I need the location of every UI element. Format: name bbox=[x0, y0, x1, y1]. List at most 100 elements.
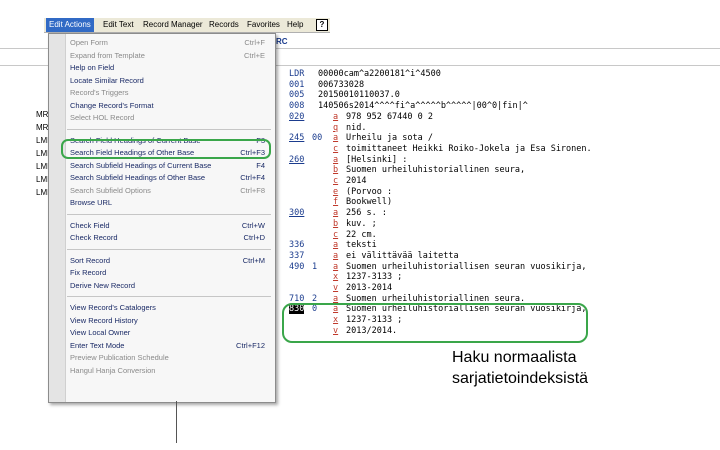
menu-item[interactable]: Hangul Hanja Conversion bbox=[49, 365, 275, 377]
menu-record-manager[interactable]: Record Manager bbox=[140, 18, 206, 32]
field-tag[interactable]: 260 bbox=[289, 155, 304, 165]
field-value[interactable]: 978 952 67440 0 2 bbox=[346, 112, 433, 122]
field-value[interactable]: Suomen urheiluhistoriallinen seura, bbox=[346, 165, 525, 175]
field-tag[interactable]: 337 bbox=[289, 251, 304, 261]
field-value[interactable]: 256 s. : bbox=[346, 208, 387, 218]
menu-item-label: Enter Text Mode bbox=[70, 340, 125, 350]
highlight-search-field-headings bbox=[61, 139, 271, 159]
menu-item[interactable]: Preview Publication Schedule bbox=[49, 352, 275, 364]
field-value[interactable]: ei välittävää laitetta bbox=[346, 251, 459, 261]
subfield-code[interactable]: b bbox=[333, 219, 338, 229]
menu-item-label: View Local Owner bbox=[70, 328, 131, 337]
menu-favorites[interactable]: Favorites bbox=[244, 18, 283, 32]
field-tag[interactable]: 008 bbox=[289, 101, 304, 111]
menu-edit-actions[interactable]: Edit Actions bbox=[46, 18, 94, 32]
menu-item[interactable]: Derive New Record bbox=[49, 280, 275, 292]
menu-item[interactable]: Search Subfield Headings of Other Base Ct… bbox=[49, 172, 275, 184]
subfield-code[interactable]: a bbox=[333, 155, 338, 165]
menu-item[interactable]: Locate Similar Record bbox=[49, 75, 275, 87]
field-value[interactable]: toimittaneet Heikki Roiko-Jokela ja Esa … bbox=[346, 144, 592, 154]
menu-records[interactable]: Records bbox=[206, 18, 242, 32]
subfield-code[interactable]: a bbox=[333, 251, 338, 261]
left-pane-fragment[interactable]: MR bbox=[36, 123, 48, 132]
help-icon[interactable]: ? bbox=[316, 19, 328, 31]
field-value[interactable]: 2013-2014 bbox=[346, 283, 392, 293]
left-pane-fragment[interactable]: MR bbox=[36, 110, 48, 119]
menu-help[interactable]: Help bbox=[284, 18, 306, 32]
field-tag[interactable]: 490 bbox=[289, 262, 304, 272]
subfield-code[interactable]: c bbox=[333, 144, 338, 154]
menu-separator bbox=[67, 128, 271, 130]
menu-item[interactable]: Open Form Ctrl+F bbox=[49, 37, 275, 49]
menu-item-label: Browse URL bbox=[70, 198, 113, 207]
subfield-code[interactable]: c bbox=[333, 230, 338, 240]
field-value[interactable]: kuv. ; bbox=[346, 219, 377, 229]
subfield-code[interactable]: x bbox=[333, 272, 338, 282]
menu-item-label: View Record's Catalogers bbox=[70, 303, 156, 312]
menu-item[interactable]: View Record History bbox=[49, 315, 275, 327]
subfield-code[interactable]: f bbox=[333, 197, 338, 207]
field-tag[interactable]: LDR bbox=[289, 69, 304, 79]
menu-item[interactable]: Fix Record bbox=[49, 267, 275, 279]
field-value[interactable]: Urheilu ja sota / bbox=[346, 133, 433, 143]
field-value[interactable]: 00000cam^a2200181^i^4500 bbox=[318, 69, 441, 79]
menu-item-label: Preview Publication Schedule bbox=[70, 353, 169, 362]
divider bbox=[176, 401, 177, 443]
subfield-code[interactable]: q bbox=[333, 123, 338, 133]
menu-item-shortcut: Ctrl+F4 bbox=[240, 173, 265, 182]
menu-item[interactable]: Enter Text Mode Ctrl+F12 bbox=[49, 340, 275, 352]
marc-tab-label[interactable]: RC bbox=[276, 37, 288, 46]
menu-item[interactable]: Record's Triggers bbox=[49, 87, 275, 99]
menu-item-label: Record's Triggers bbox=[70, 88, 129, 97]
menu-separator bbox=[67, 248, 271, 250]
field-value[interactable]: 22 cm. bbox=[346, 230, 377, 240]
field-value[interactable]: nid. bbox=[346, 123, 366, 133]
menu-item-label: Check Field bbox=[70, 220, 110, 230]
field-value[interactable]: 20150010110037.0 bbox=[318, 90, 400, 100]
field-value[interactable]: (Porvoo : bbox=[346, 187, 392, 197]
menu-item[interactable]: Change Record's Format bbox=[49, 100, 275, 112]
menu-item[interactable]: Check Field Ctrl+W bbox=[49, 220, 275, 232]
field-value[interactable]: teksti bbox=[346, 240, 377, 250]
field-tag[interactable]: 300 bbox=[289, 208, 304, 218]
field-tag[interactable]: 005 bbox=[289, 90, 304, 100]
menu-item-label: Sort Record bbox=[70, 255, 111, 265]
field-tag[interactable]: 001 bbox=[289, 80, 304, 90]
field-value[interactable]: 1237-3133 ; bbox=[346, 272, 402, 282]
menu-item[interactable]: Help on Field bbox=[49, 62, 275, 74]
menu-item[interactable]: Select HOL Record bbox=[49, 112, 275, 124]
menu-item[interactable]: Search Subfield Headings of Current Base… bbox=[49, 160, 275, 172]
field-value[interactable]: 2014 bbox=[346, 176, 366, 186]
field-indicators[interactable]: 1 bbox=[312, 262, 317, 272]
subfield-code[interactable]: v bbox=[333, 283, 338, 293]
field-value[interactable]: Bookwell) bbox=[346, 197, 392, 207]
menu-item[interactable]: Expand from Template Ctrl+E bbox=[49, 50, 275, 62]
field-tag[interactable]: 245 bbox=[289, 133, 304, 143]
field-value[interactable]: Suomen urheiluhistoriallisen seuran vuos… bbox=[346, 262, 587, 272]
menu-item-label: Check Record bbox=[70, 233, 118, 242]
subfield-code[interactable]: b bbox=[333, 165, 338, 175]
subfield-code[interactable]: a bbox=[333, 133, 338, 143]
menu-item[interactable]: Browse URL bbox=[49, 197, 275, 209]
menu-item[interactable]: Sort Record Ctrl+M bbox=[49, 255, 275, 267]
field-indicators[interactable]: 00 bbox=[312, 133, 322, 143]
menu-edit-text[interactable]: Edit Text bbox=[100, 18, 137, 32]
subfield-code[interactable]: a bbox=[333, 240, 338, 250]
subfield-code[interactable]: a bbox=[333, 208, 338, 218]
field-value[interactable]: [Helsinki] : bbox=[346, 155, 407, 165]
menu-item-shortcut: Ctrl+F12 bbox=[236, 340, 265, 350]
field-tag[interactable]: 020 bbox=[289, 112, 304, 122]
field-value[interactable]: 140506s2014^^^^fi^a^^^^^b^^^^^|00^0|fin|… bbox=[318, 101, 528, 111]
field-value[interactable]: 006733028 bbox=[318, 80, 364, 90]
subfield-code[interactable]: a bbox=[333, 112, 338, 122]
subfield-code[interactable]: a bbox=[333, 262, 338, 272]
subfield-code[interactable]: c bbox=[333, 176, 338, 186]
field-tag[interactable]: 336 bbox=[289, 240, 304, 250]
menu-item[interactable]: View Local Owner bbox=[49, 327, 275, 339]
menu-item-label: Search Subfield Headings of Current Base bbox=[70, 160, 212, 170]
menu-item[interactable]: Search Subfield Options Ctrl+F8 bbox=[49, 185, 275, 197]
menu-item[interactable]: Check Record Ctrl+D bbox=[49, 232, 275, 244]
subfield-code[interactable]: e bbox=[333, 187, 338, 197]
menu-item[interactable]: View Record's Catalogers bbox=[49, 302, 275, 314]
menu-item-shortcut: Ctrl+W bbox=[241, 220, 265, 230]
